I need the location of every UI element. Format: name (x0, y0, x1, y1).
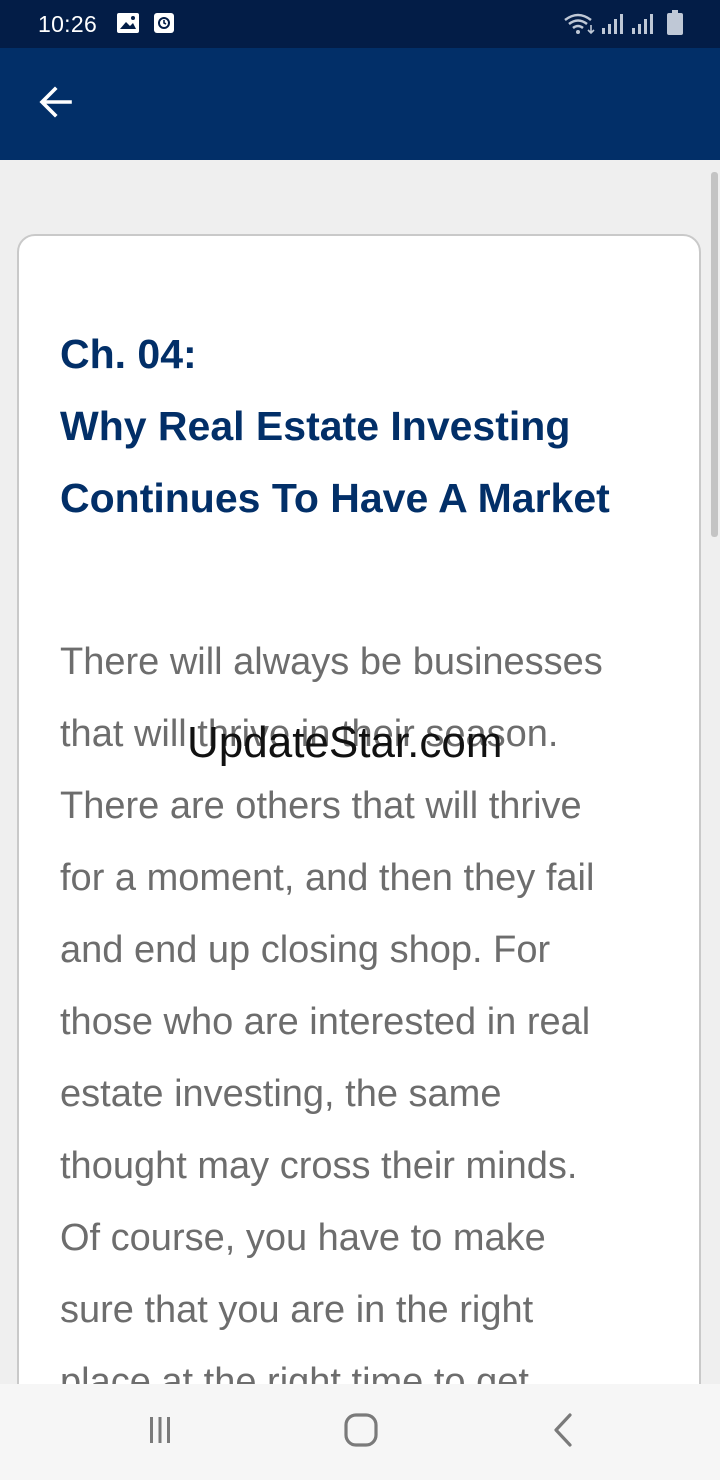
nav-back-button[interactable] (540, 1408, 588, 1456)
scrollbar[interactable] (711, 172, 718, 537)
body-line: There will always be businesses (60, 641, 603, 683)
body-line: those who are interested in real (60, 1001, 591, 1043)
body-line: and end up closing shop. For (60, 929, 551, 971)
recent-apps-icon (144, 1414, 176, 1451)
signal-icon-2 (631, 12, 657, 41)
screen-record-icon (153, 12, 175, 39)
chapter-card: Ch. 04: Why Real Estate Investing Contin… (17, 234, 701, 1384)
status-bar: 10:26 (0, 0, 720, 48)
body-line: place at the right time to get (60, 1361, 529, 1384)
system-nav-bar (0, 1384, 720, 1480)
app-bar (0, 48, 720, 160)
body-line: thought may cross their minds. (60, 1145, 578, 1187)
chapter-number: Ch. 04: (60, 331, 197, 377)
body-line: estate investing, the same (60, 1073, 502, 1115)
watermark: UpdateStar.com (187, 718, 503, 767)
body-line: There are others that will thrive (60, 785, 582, 827)
content-area[interactable]: Ch. 04: Why Real Estate Investing Contin… (0, 160, 720, 1384)
status-time: 10:26 (38, 11, 98, 37)
wifi-icon (563, 13, 597, 40)
body-line: Of course, you have to make (60, 1217, 546, 1259)
chapter-title-line: Continues To Have A Market (60, 475, 610, 521)
back-icon (548, 1412, 580, 1453)
back-button[interactable] (28, 76, 84, 132)
arrow-left-icon (38, 84, 74, 125)
battery-icon (666, 10, 684, 41)
image-notification-icon (116, 12, 140, 39)
body-line: for a moment, and then they fail (60, 857, 595, 899)
recent-apps-button[interactable] (136, 1408, 184, 1456)
home-button[interactable] (337, 1408, 385, 1456)
signal-icon-1 (601, 12, 627, 41)
chapter-title-line: Why Real Estate Investing (60, 403, 571, 449)
home-icon (343, 1412, 379, 1453)
chapter-heading: Ch. 04: Why Real Estate Investing Contin… (60, 318, 680, 534)
body-line: sure that you are in the right (60, 1289, 534, 1331)
